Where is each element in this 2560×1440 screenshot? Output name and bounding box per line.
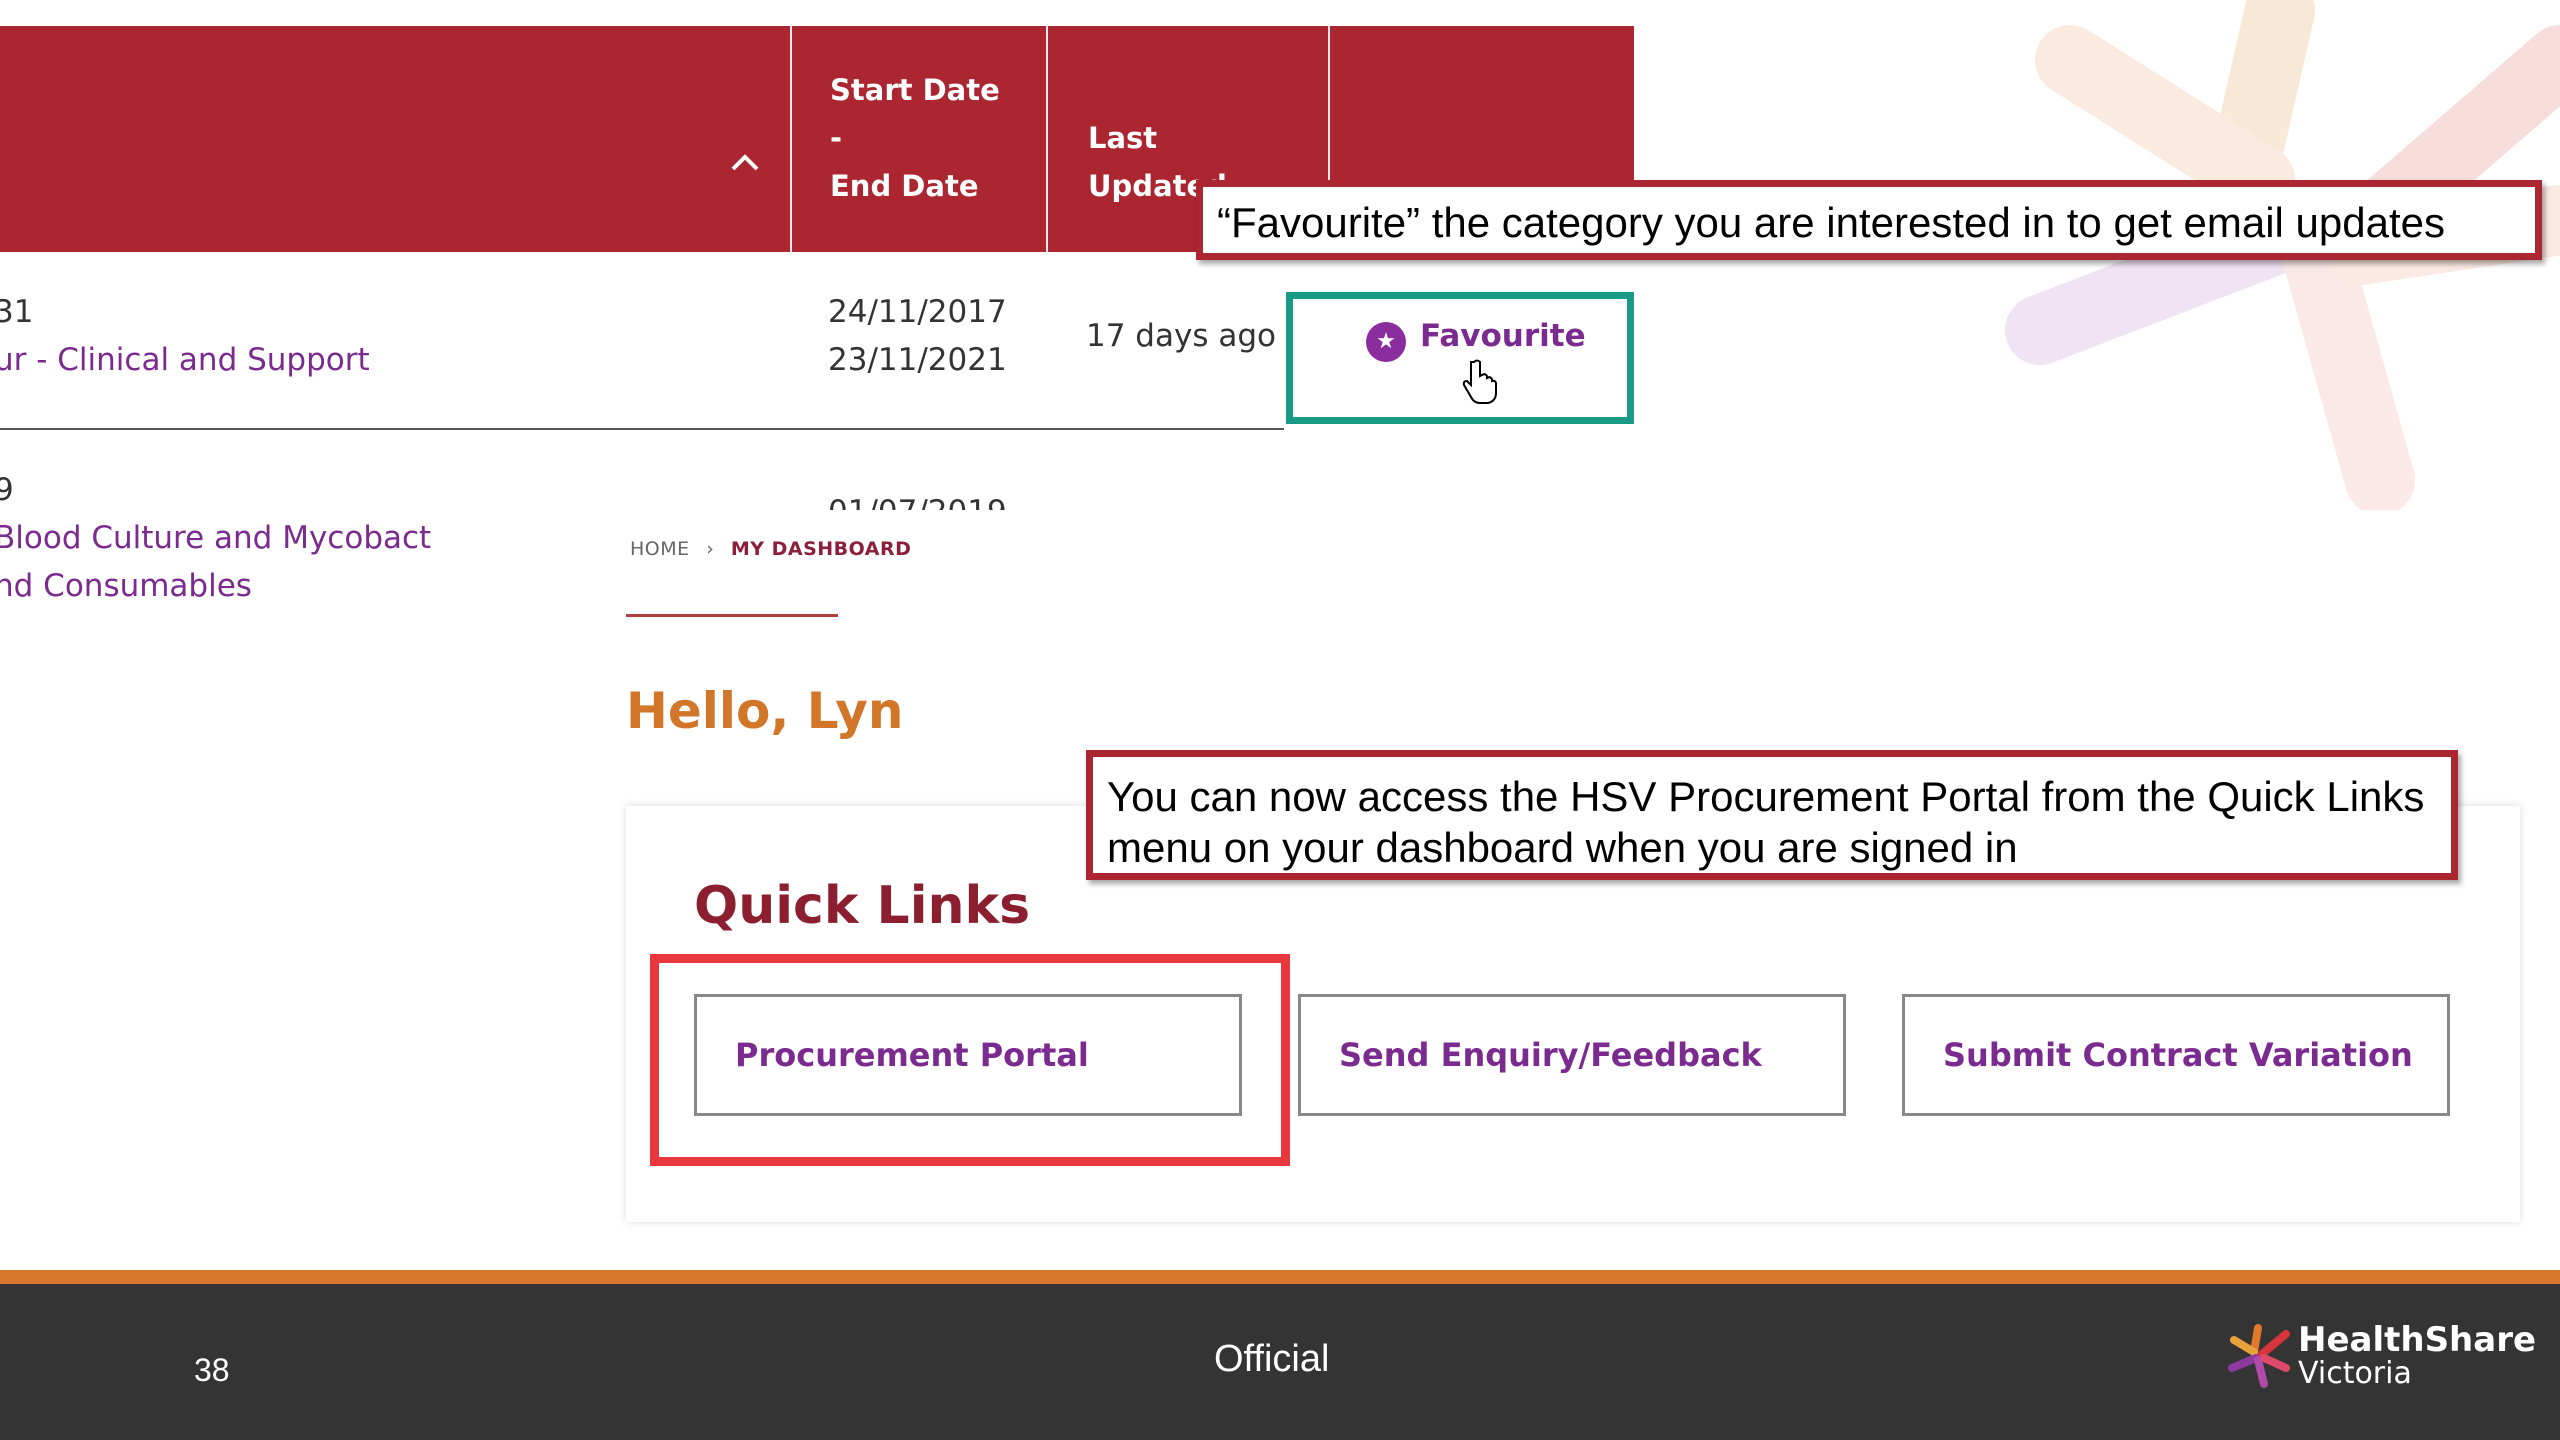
row-title-link[interactable]: nd Consumables (0, 568, 252, 604)
row-reference: 31 (0, 294, 34, 330)
column-header-date[interactable]: Start Date - End Date (830, 66, 1000, 210)
header-start-date: Start Date (830, 73, 1000, 107)
row-start-date: 01/07/2019 (828, 494, 1007, 510)
screenshot-crop-edge (0, 510, 1634, 518)
favourite-callout: “Favourite” the category you are interes… (1196, 180, 2542, 260)
greeting-heading: Hello, Lyn (626, 682, 904, 740)
favourite-button[interactable]: Favourite (1420, 318, 1586, 354)
submit-contract-variation-button[interactable]: Submit Contract Variation (1902, 994, 2450, 1116)
row-title-link[interactable]: Blood Culture and Mycobact (0, 520, 431, 556)
procurement-portal-button[interactable]: Procurement Portal (694, 994, 1242, 1116)
healthshare-logo-icon (2228, 1324, 2290, 1388)
column-divider (1046, 26, 1048, 252)
procurement-portal-callout: You can now access the HSV Procurement P… (1086, 750, 2458, 880)
star-icon[interactable]: ★ (1366, 322, 1406, 362)
footer-accent-bar (0, 1270, 2560, 1284)
breadcrumb-home[interactable]: HOME (630, 538, 690, 560)
column-divider (790, 26, 792, 252)
hand-cursor-icon (1462, 359, 1497, 404)
row-divider (0, 428, 1284, 430)
page-number: 38 (194, 1352, 230, 1388)
row-last-updated: 17 days ago (1086, 318, 1276, 354)
brand-subtitle: Victoria (2298, 1356, 2412, 1391)
row-start-date-clipped: 01/07/2019 (828, 482, 1028, 510)
breadcrumb-separator: › (706, 538, 715, 560)
header-last: Last (1088, 121, 1158, 155)
brand-name: HealthShare (2298, 1320, 2537, 1360)
breadcrumb-current: MY DASHBOARD (730, 538, 912, 560)
header-end-date: End Date (830, 169, 979, 203)
quick-links-title: Quick Links (694, 876, 1031, 936)
breadcrumb: HOME › MY DASHBOARD (630, 538, 911, 560)
row-start-date: 24/11/2017 (828, 294, 1007, 330)
send-enquiry-button[interactable]: Send Enquiry/Feedback (1298, 994, 1846, 1116)
row-end-date: 23/11/2021 (828, 342, 1007, 378)
header-date-dash: - (830, 121, 843, 155)
row-title-link[interactable]: ur - Clinical and Support (0, 342, 370, 378)
breadcrumb-underline (626, 614, 838, 617)
chevron-up-icon[interactable] (728, 150, 762, 174)
classification-label: Official (1214, 1338, 1330, 1380)
row-reference: 9 (0, 472, 14, 508)
